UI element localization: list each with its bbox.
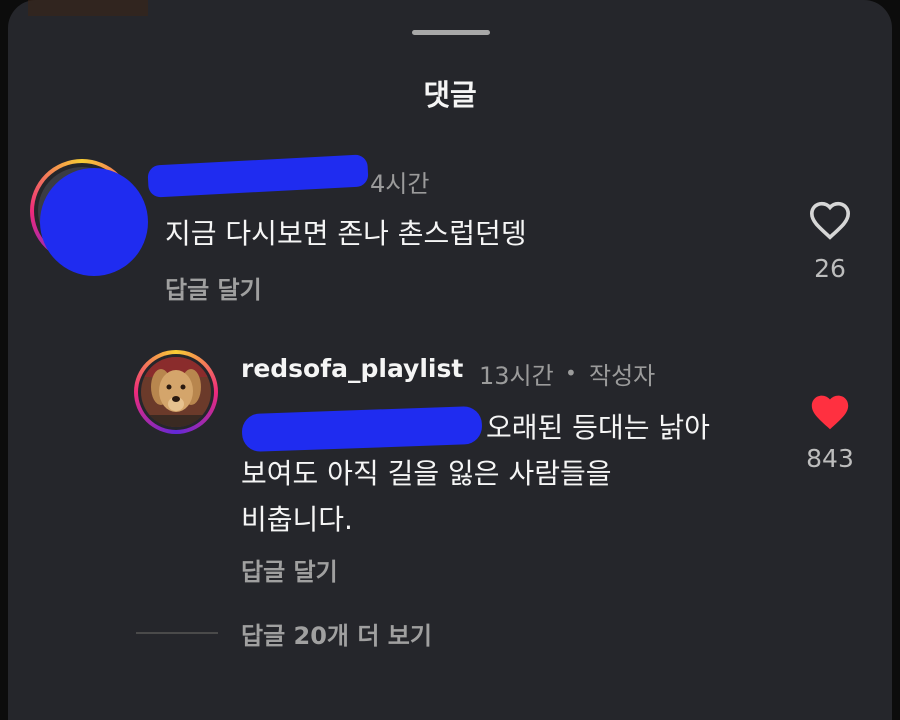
comment-text-line: 비춥니다. (241, 503, 353, 536)
like-count: 843 (806, 444, 854, 473)
avatar[interactable] (134, 350, 218, 434)
comment-username[interactable]: redsofa_playlist (241, 354, 463, 383)
heart-filled-icon[interactable] (808, 392, 852, 436)
reply-button[interactable]: 답글 달기 (165, 270, 262, 305)
reply-button[interactable]: 답글 달기 (241, 552, 338, 587)
separator-dot: • (565, 361, 577, 385)
like-count: 26 (814, 254, 846, 283)
author-badge: 작성자 (589, 362, 656, 390)
comment-time: 4시간 (370, 170, 430, 198)
dog-avatar-image (141, 357, 211, 427)
heart-outline-icon[interactable] (808, 200, 852, 244)
comment-time: 13시간 (479, 362, 554, 390)
drag-handle[interactable] (412, 30, 490, 35)
comment-text-line: 보여도 아직 길을 잃은 사람들을 (241, 457, 612, 490)
divider-line (136, 632, 218, 634)
comment-text: 지금 다시보면 존나 촌스럽던뎅 (165, 217, 527, 250)
sheet-title: 댓글 (423, 78, 477, 112)
background-strip (28, 0, 148, 16)
view-more-replies-label[interactable]: 답글 20개 더 보기 (241, 616, 432, 651)
comment-text-line: 오래된 등대는 낡아 (486, 411, 710, 444)
redacted-avatar (40, 168, 148, 276)
